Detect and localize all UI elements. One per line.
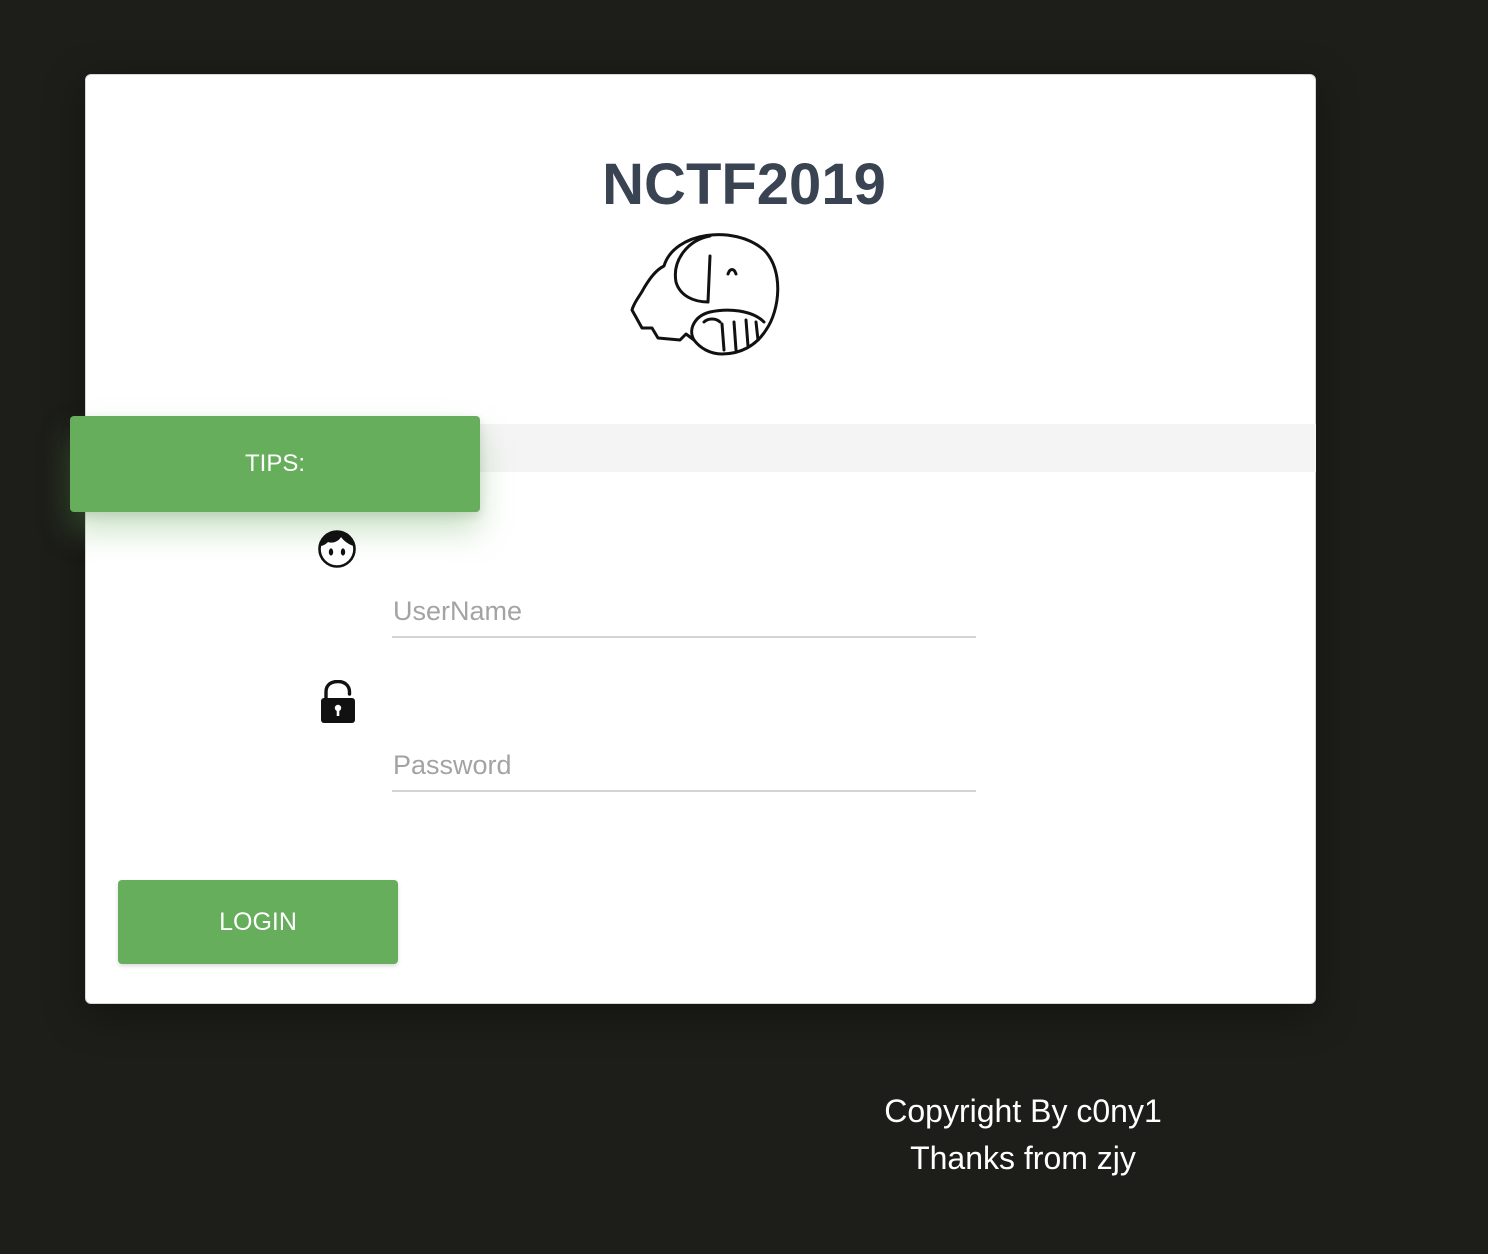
unlocked-padlock-icon [321, 680, 355, 723]
user-face-icon [318, 530, 356, 568]
elephant-logo-icon [630, 233, 780, 356]
login-page: NCTF2019 TIPS: LOGIN Copyr [0, 0, 1488, 1254]
thanks-text: Thanks from zjy [910, 1140, 1136, 1176]
login-button[interactable]: LOGIN [118, 880, 398, 964]
copyright-text: Copyright By c0ny1 [884, 1093, 1162, 1129]
tips-button[interactable]: TIPS: [70, 416, 480, 512]
page-title: NCTF2019 [602, 152, 886, 217]
username-field[interactable] [392, 576, 976, 638]
footer: Copyright By c0ny1 Thanks from zjy [823, 1088, 1223, 1182]
password-field[interactable] [392, 730, 976, 792]
password-input[interactable] [392, 730, 976, 790]
username-input[interactable] [392, 576, 976, 636]
